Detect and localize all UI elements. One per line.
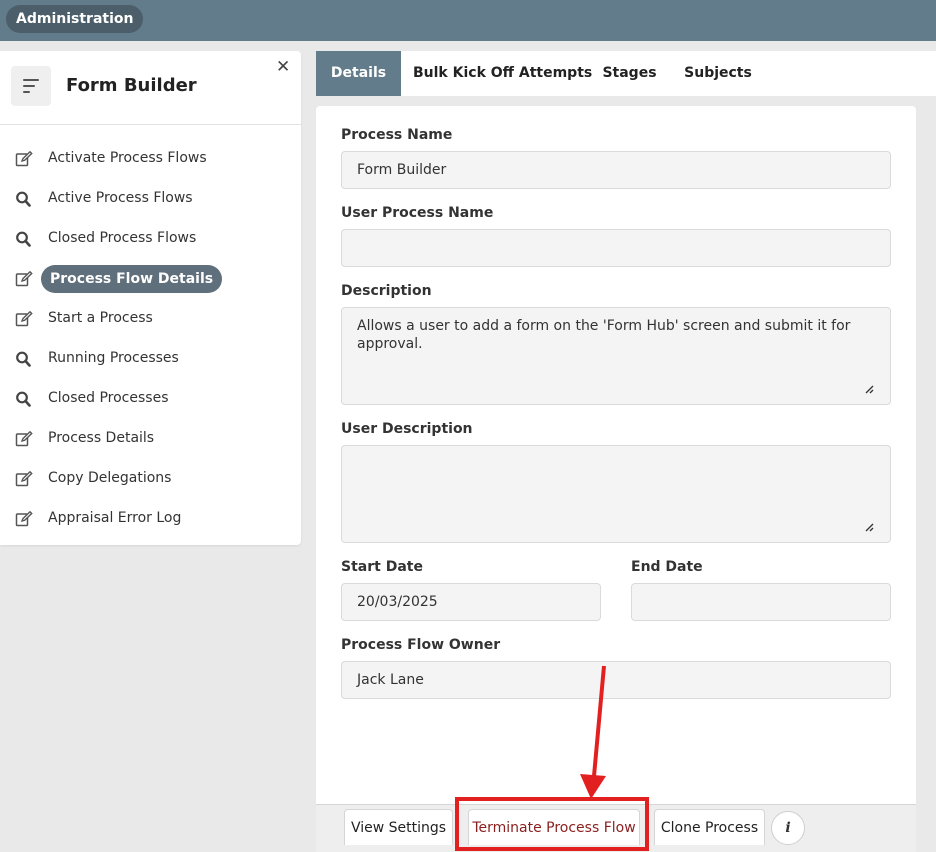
edit-icon <box>15 431 33 447</box>
administration-button[interactable]: Administration <box>6 5 144 33</box>
top-bar: Administration <box>0 0 936 41</box>
highlight-box <box>455 797 649 851</box>
details-panel: Process Name Form Builder User Process N… <box>316 106 916 806</box>
tab-bar: Details Bulk Kick Off Attempts Stages Su… <box>316 51 936 96</box>
sidebar-item-process-flow-details[interactable]: Process Flow Details <box>0 259 301 299</box>
sidebar-item-process-details[interactable]: Process Details <box>0 419 301 459</box>
sidebar-item-label: Running Processes <box>48 350 179 366</box>
description-textarea[interactable]: Allows a user to add a form on the 'Form… <box>341 307 891 405</box>
process-flow-owner-field[interactable]: Jack Lane <box>341 661 891 699</box>
end-date-label: End Date <box>631 559 703 575</box>
sidebar-item-running-processes[interactable]: Running Processes <box>0 339 301 379</box>
process-flow-owner-label: Process Flow Owner <box>341 637 501 653</box>
sidebar-item-copy-delegations[interactable]: Copy Delegations <box>0 459 301 499</box>
search-icon <box>16 351 31 367</box>
sidebar: Form Builder ✕ Activate Process Flows Ac… <box>0 51 301 545</box>
search-icon <box>16 391 31 407</box>
description-label: Description <box>341 283 432 299</box>
sidebar-item-closed-process-flows[interactable]: Closed Process Flows <box>0 219 301 259</box>
user-description-label: User Description <box>341 421 473 437</box>
user-process-name-label: User Process Name <box>341 205 494 221</box>
resize-grip-icon[interactable] <box>865 385 874 394</box>
edit-icon <box>15 151 33 167</box>
sidebar-item-label: Activate Process Flows <box>48 150 207 166</box>
tab-stages[interactable]: Stages <box>596 51 663 96</box>
sidebar-menu: Activate Process Flows Active Process Fl… <box>0 139 301 539</box>
menu-icon[interactable] <box>11 66 51 106</box>
edit-icon <box>15 271 33 287</box>
process-name-field[interactable]: Form Builder <box>341 151 891 189</box>
tab-bulk-kick-off-attempts[interactable]: Bulk Kick Off Attempts <box>413 51 592 96</box>
edit-icon <box>15 471 33 487</box>
sidebar-item-closed-processes[interactable]: Closed Processes <box>0 379 301 419</box>
description-text: Allows a user to add a form on the 'Form… <box>357 318 851 352</box>
sidebar-item-label: Copy Delegations <box>48 470 172 486</box>
start-date-field[interactable]: 20/03/2025 <box>341 583 601 621</box>
end-date-field[interactable] <box>631 583 891 621</box>
view-settings-button[interactable]: View Settings <box>344 809 453 845</box>
close-icon[interactable]: ✕ <box>276 57 290 77</box>
user-description-textarea[interactable] <box>341 445 891 543</box>
process-name-label: Process Name <box>341 127 453 143</box>
sidebar-item-label: Active Process Flows <box>48 190 193 206</box>
edit-icon <box>15 511 33 527</box>
search-icon <box>16 191 31 207</box>
sidebar-item-start-a-process[interactable]: Start a Process <box>0 299 301 339</box>
tab-details[interactable]: Details <box>316 51 401 96</box>
sidebar-item-label: Start a Process <box>48 310 153 326</box>
sidebar-item-label: Process Details <box>48 430 155 446</box>
tab-subjects[interactable]: Subjects <box>682 51 754 96</box>
sidebar-item-label: Closed Process Flows <box>48 230 197 246</box>
search-icon <box>16 231 31 247</box>
info-icon[interactable]: i <box>771 811 805 845</box>
resize-grip-icon[interactable] <box>865 523 874 532</box>
sidebar-header: Form Builder ✕ <box>0 51 301 125</box>
clone-process-button[interactable]: Clone Process <box>654 809 765 845</box>
sidebar-item-active-process-flows[interactable]: Active Process Flows <box>0 179 301 219</box>
sidebar-title: Form Builder <box>66 75 197 96</box>
sidebar-item-label: Closed Processes <box>48 390 169 406</box>
user-process-name-field[interactable] <box>341 229 891 267</box>
sidebar-item-label: Appraisal Error Log <box>48 510 182 526</box>
sidebar-item-activate-process-flows[interactable]: Activate Process Flows <box>0 139 301 179</box>
sidebar-item-appraisal-error-log[interactable]: Appraisal Error Log <box>0 499 301 539</box>
start-date-label: Start Date <box>341 559 423 575</box>
edit-icon <box>15 311 33 327</box>
sidebar-item-label: Process Flow Details <box>41 265 223 293</box>
